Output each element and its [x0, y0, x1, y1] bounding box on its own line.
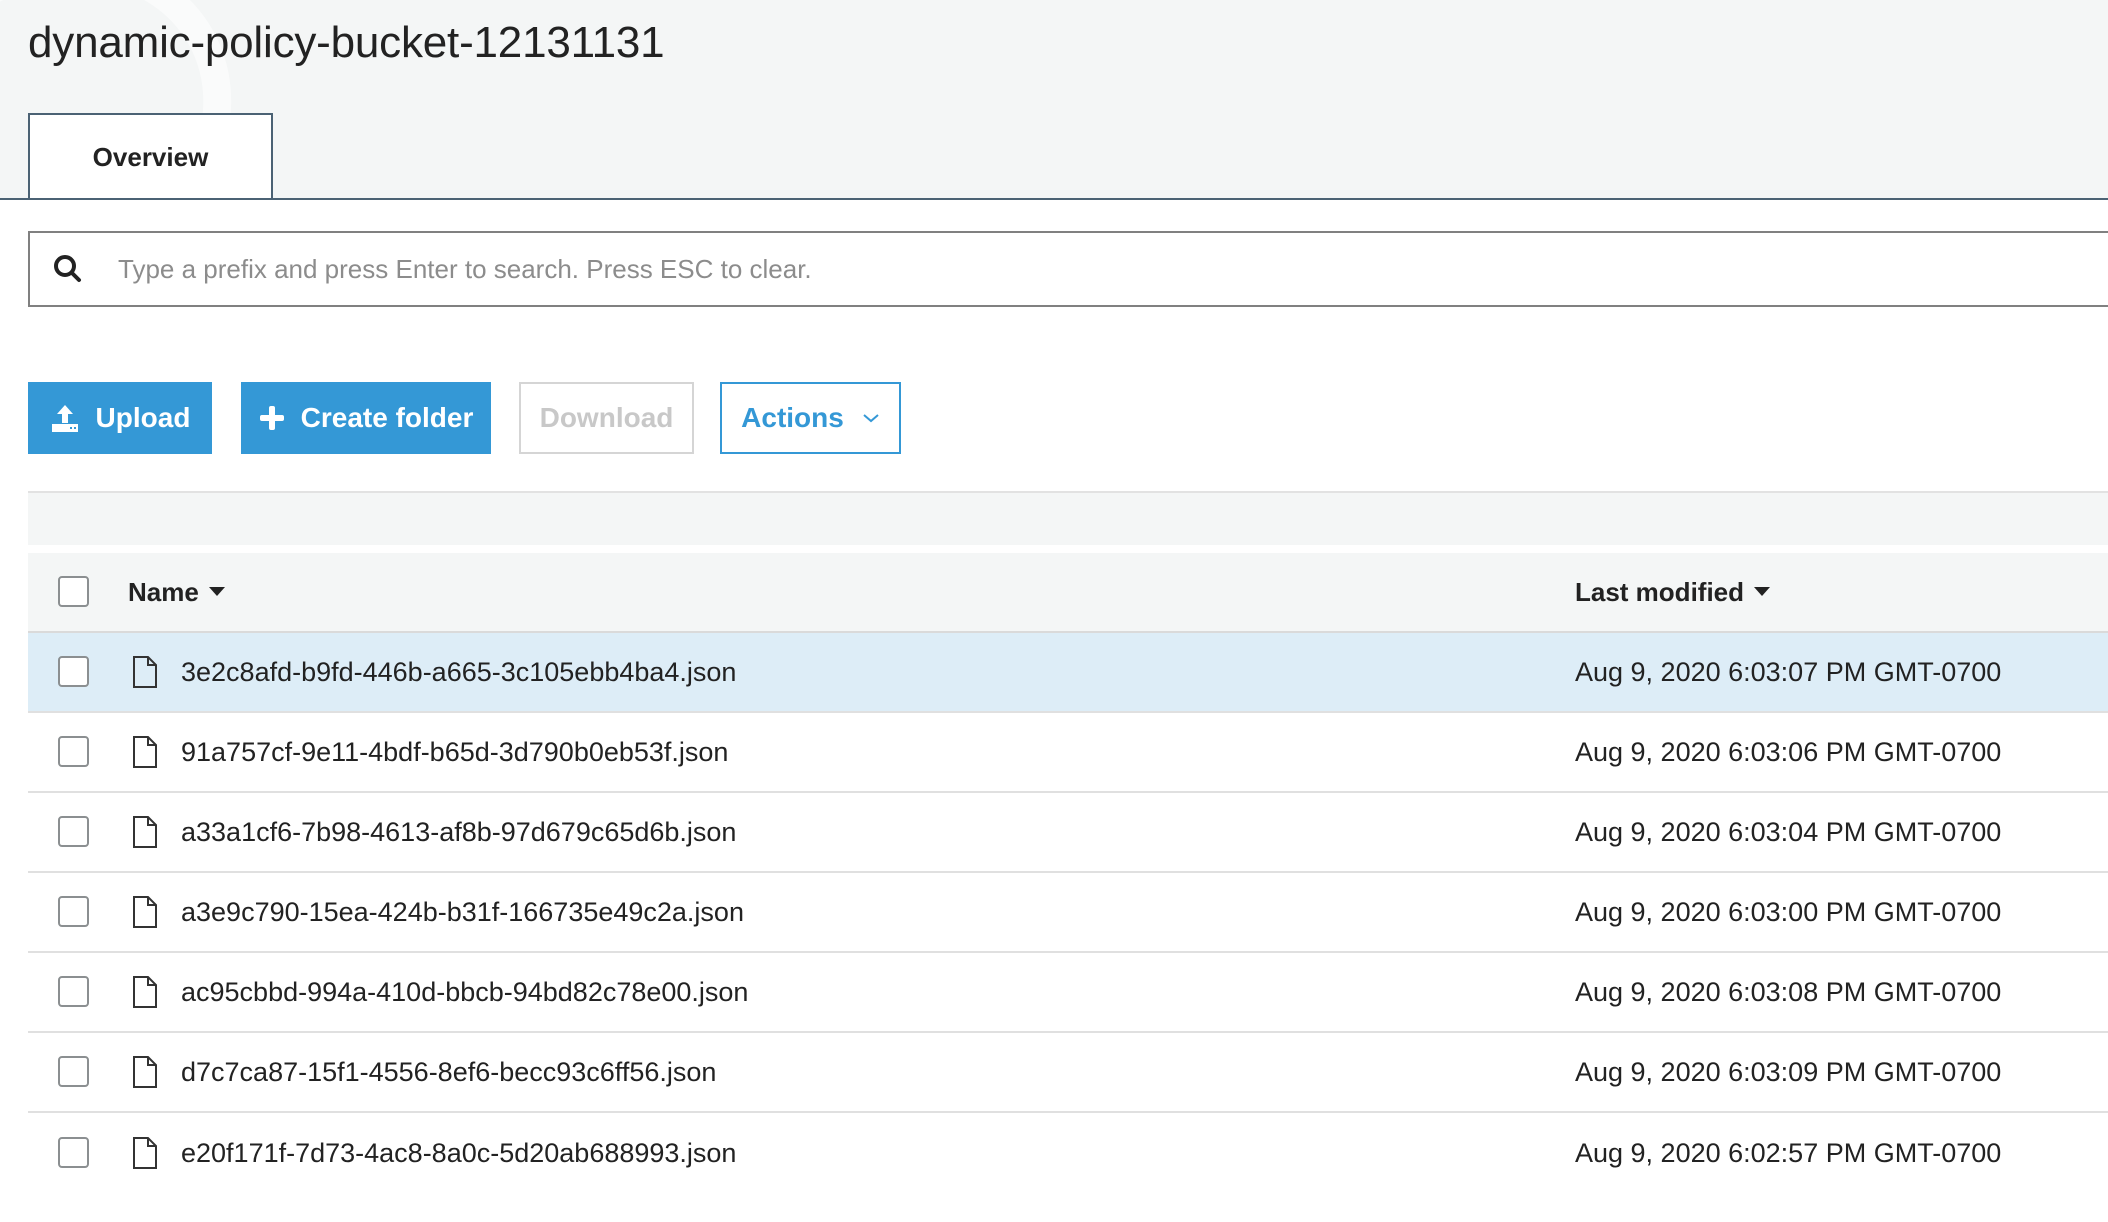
- row-checkbox[interactable]: [58, 1137, 89, 1168]
- plus-icon: [259, 405, 285, 431]
- sort-caret-icon: [1754, 587, 1771, 597]
- object-name[interactable]: a33a1cf6-7b98-4613-af8b-97d679c65d6b.jso…: [181, 793, 736, 871]
- table-row[interactable]: a33a1cf6-7b98-4613-af8b-97d679c65d6b.jso…: [28, 793, 2108, 873]
- file-icon: [132, 1136, 158, 1170]
- upload-label: Upload: [95, 402, 191, 433]
- column-name-label: Name: [128, 576, 199, 607]
- table-row[interactable]: 91a757cf-9e11-4bdf-b65d-3d790b0eb53f.jso…: [28, 713, 2108, 793]
- object-last-modified: Aug 9, 2020 6:03:04 PM GMT-0700: [1575, 816, 2002, 847]
- sort-caret-icon: [208, 587, 225, 597]
- actions-dropdown-button[interactable]: Actions: [720, 382, 901, 454]
- info-bar: [28, 491, 2108, 545]
- upload-button[interactable]: Upload: [28, 382, 212, 454]
- object-name[interactable]: 91a757cf-9e11-4bdf-b65d-3d790b0eb53f.jso…: [181, 713, 728, 791]
- table-row[interactable]: e20f171f-7d73-4ac8-8a0c-5d20ab688993.jso…: [28, 1113, 2108, 1193]
- download-label: Download: [539, 402, 674, 433]
- object-name[interactable]: ac95cbbd-994a-410d-bbcb-94bd82c78e00.jso…: [181, 953, 748, 1031]
- object-last-modified: Aug 9, 2020 6:03:08 PM GMT-0700: [1575, 976, 2002, 1007]
- object-name[interactable]: a3e9c790-15ea-424b-b31f-166735e49c2a.jso…: [181, 873, 744, 951]
- row-checkbox[interactable]: [58, 736, 89, 767]
- create-folder-label: Create folder: [300, 402, 474, 433]
- row-checkbox[interactable]: [58, 816, 89, 847]
- file-icon: [132, 975, 158, 1009]
- file-icon: [132, 815, 158, 849]
- tab-bar-divider: [0, 198, 2108, 200]
- table-row[interactable]: d7c7ca87-15f1-4556-8ef6-becc93c6ff56.jso…: [28, 1033, 2108, 1113]
- object-last-modified: Aug 9, 2020 6:03:06 PM GMT-0700: [1575, 736, 2002, 767]
- table-row[interactable]: 3e2c8afd-b9fd-446b-a665-3c105ebb4ba4.jso…: [28, 633, 2108, 713]
- file-icon: [132, 655, 158, 689]
- object-name[interactable]: d7c7ca87-15f1-4556-8ef6-becc93c6ff56.jso…: [181, 1033, 716, 1111]
- chevron-down-icon: [862, 412, 880, 424]
- row-checkbox[interactable]: [58, 1056, 89, 1087]
- column-last-modified-label: Last modified: [1575, 576, 1745, 607]
- object-last-modified: Aug 9, 2020 6:03:00 PM GMT-0700: [1575, 896, 2002, 927]
- objects-table: Name Last modified 3e2c8afd-b9fd-446b-a6…: [28, 553, 2108, 1193]
- row-checkbox[interactable]: [58, 656, 89, 687]
- file-icon: [132, 895, 158, 929]
- page-header: dynamic-policy-bucket-12131131 Overview: [0, 0, 2108, 200]
- row-checkbox[interactable]: [58, 976, 89, 1007]
- object-last-modified: Aug 9, 2020 6:02:57 PM GMT-0700: [1575, 1137, 2002, 1168]
- object-name[interactable]: 3e2c8afd-b9fd-446b-a665-3c105ebb4ba4.jso…: [181, 633, 736, 711]
- table-header: Name Last modified: [28, 553, 2108, 633]
- search-icon: [52, 253, 84, 285]
- object-last-modified: Aug 9, 2020 6:03:07 PM GMT-0700: [1575, 656, 2002, 687]
- table-row[interactable]: a3e9c790-15ea-424b-b31f-166735e49c2a.jso…: [28, 873, 2108, 953]
- object-name[interactable]: e20f171f-7d73-4ac8-8a0c-5d20ab688993.jso…: [181, 1113, 736, 1193]
- column-header-last-modified[interactable]: Last modified: [1575, 553, 1771, 631]
- column-header-name[interactable]: Name: [128, 553, 225, 631]
- tab-overview[interactable]: Overview: [28, 113, 273, 200]
- page-title: dynamic-policy-bucket-12131131: [28, 18, 665, 67]
- file-icon: [132, 1055, 158, 1089]
- create-folder-button[interactable]: Create folder: [241, 382, 491, 454]
- download-button[interactable]: Download: [519, 382, 694, 454]
- object-last-modified: Aug 9, 2020 6:03:09 PM GMT-0700: [1575, 1056, 2002, 1087]
- actions-label: Actions: [741, 402, 844, 433]
- table-body: 3e2c8afd-b9fd-446b-a665-3c105ebb4ba4.jso…: [28, 633, 2108, 1193]
- table-row[interactable]: ac95cbbd-994a-410d-bbcb-94bd82c78e00.jso…: [28, 953, 2108, 1033]
- row-checkbox[interactable]: [58, 896, 89, 927]
- upload-icon: [50, 403, 80, 433]
- select-all-checkbox[interactable]: [58, 576, 89, 607]
- file-icon: [132, 735, 158, 769]
- search-bar: [28, 231, 2108, 307]
- search-input[interactable]: [116, 252, 2108, 286]
